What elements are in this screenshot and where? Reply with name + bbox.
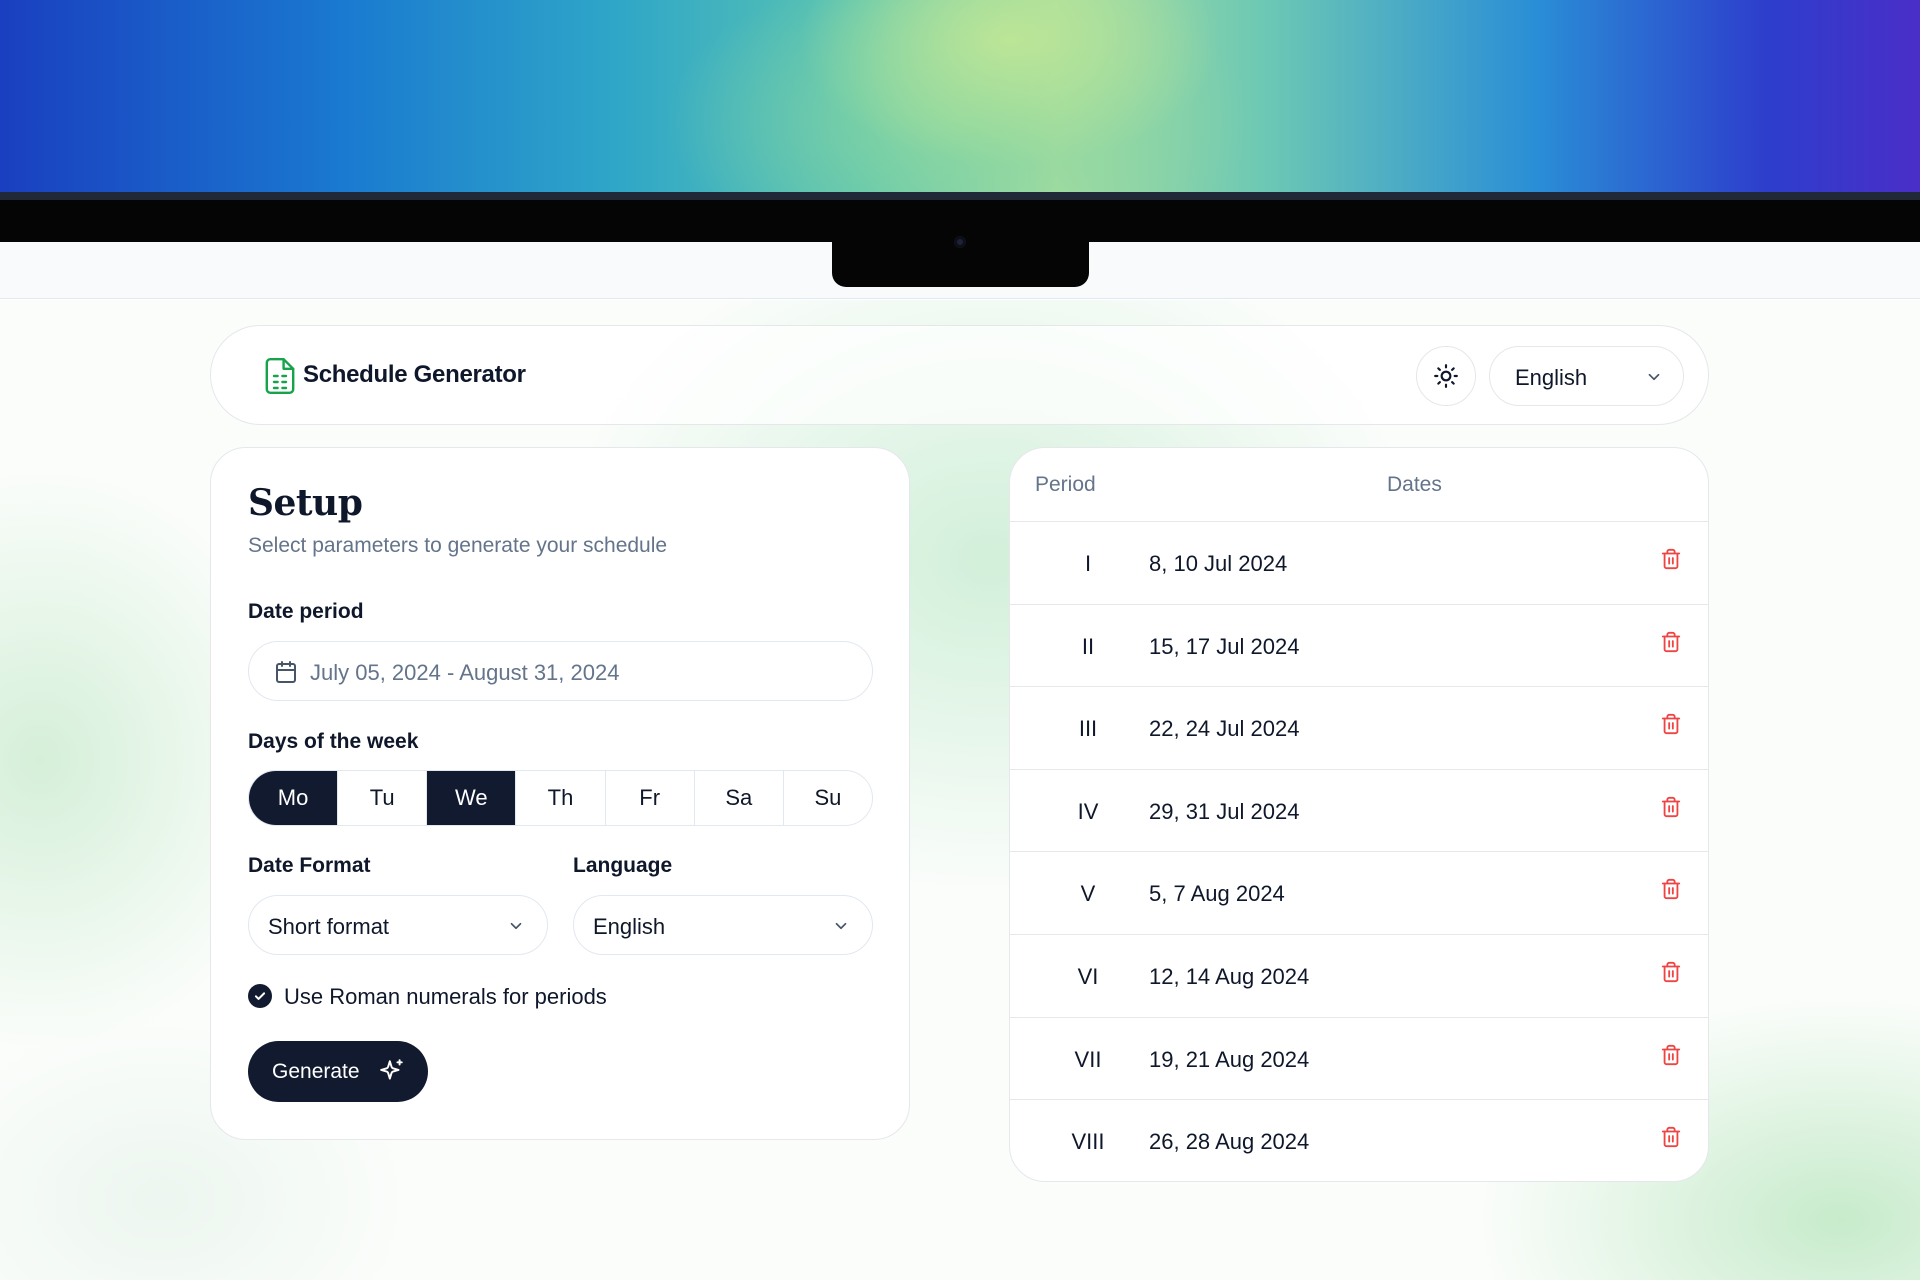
theme-toggle-button[interactable] (1416, 346, 1476, 406)
period-cell: IV (1077, 798, 1099, 824)
table-row: IV 29, 31 Jul 2024 (1010, 770, 1708, 853)
chevron-down-icon (835, 922, 847, 930)
day-label: Fr (639, 785, 661, 810)
trash-icon (1661, 879, 1681, 900)
delete-row-button[interactable] (1660, 795, 1682, 824)
dates-cell: 26, 28 Aug 2024 (1149, 1129, 1310, 1155)
days-of-week-toggle-group: Mo Tu We Th Fr Sa Su (248, 770, 873, 826)
table-row: VIII 26, 28 Aug 2024 (1010, 1100, 1708, 1181)
header-language-select[interactable]: English (1489, 346, 1684, 406)
chevron-down-icon (510, 922, 522, 930)
sparkles-icon (380, 1059, 403, 1080)
table-row: VI 12, 14 Aug 2024 (1010, 935, 1708, 1018)
date-period-value: July 05, 2024 - August 31, 2024 (310, 660, 620, 685)
day-toggle[interactable]: Su (782, 771, 872, 825)
generate-button[interactable]: Generate (248, 1041, 428, 1102)
date-format-label: Date Format (248, 854, 371, 877)
period-cell: III (1078, 716, 1098, 742)
language-label: Language (573, 854, 673, 877)
dates-cell: 5, 7 Aug 2024 (1149, 881, 1285, 907)
table-header: Period Dates (1010, 448, 1708, 522)
day-toggle[interactable]: Tu (337, 771, 426, 825)
day-label: Mo (277, 785, 309, 810)
table-row: V 5, 7 Aug 2024 (1010, 852, 1708, 935)
dates-cell: 29, 31 Jul 2024 (1149, 798, 1300, 824)
delete-row-button[interactable] (1660, 877, 1682, 906)
check-icon (254, 992, 266, 1000)
table-row: II 15, 17 Jul 2024 (1010, 605, 1708, 688)
trash-icon (1661, 631, 1681, 652)
roman-numerals-label[interactable]: Use Roman numerals for periods (284, 984, 607, 1010)
camera-icon (954, 236, 966, 248)
table-row: VII 19, 21 Aug 2024 (1010, 1018, 1708, 1101)
date-format-value: Short format (268, 914, 390, 939)
spreadsheet-icon (265, 358, 295, 394)
dates-cell: 12, 14 Aug 2024 (1149, 963, 1310, 989)
day-label: Su (814, 785, 842, 810)
period-cell: I (1084, 551, 1092, 576)
trash-icon (1661, 961, 1681, 983)
column-header-period: Period (1035, 473, 1096, 496)
delete-row-button[interactable] (1660, 547, 1682, 576)
table-body: I 8, 10 Jul 2024 II 15, 17 Jul 2024 III 22, 2… (1010, 522, 1708, 1181)
language-select[interactable]: English (573, 895, 873, 955)
day-toggle[interactable]: Fr (604, 771, 694, 825)
delete-row-button[interactable] (1660, 1043, 1682, 1072)
calendar-icon (276, 661, 296, 683)
sun-icon (1434, 364, 1458, 388)
generate-button-label: Generate (272, 1060, 360, 1083)
delete-row-button[interactable] (1660, 630, 1682, 659)
day-label: We (455, 785, 488, 810)
day-toggle[interactable]: We (426, 771, 516, 825)
column-header-dates: Dates (1387, 473, 1442, 496)
day-label: Tu (369, 785, 395, 810)
dates-cell: 19, 21 Aug 2024 (1149, 1046, 1310, 1072)
desktop-wallpaper (0, 0, 1920, 196)
header-language-value: English (1515, 365, 1588, 390)
language-value: English (593, 914, 666, 939)
day-toggle[interactable]: Mo (249, 771, 338, 825)
dates-cell: 8, 10 Jul 2024 (1149, 551, 1288, 576)
table-row: I 8, 10 Jul 2024 (1010, 522, 1708, 605)
setup-panel: Setup Select parameters to generate your… (210, 447, 910, 1140)
delete-row-button[interactable] (1660, 712, 1682, 741)
roman-numerals-checkbox[interactable] (248, 984, 272, 1008)
chevron-down-icon (1648, 373, 1660, 381)
delete-row-button[interactable] (1660, 960, 1682, 989)
trash-icon (1661, 548, 1681, 570)
schedule-table: Period Dates I 8, 10 Jul 2024 II 15, 17 Jul… (1009, 447, 1709, 1182)
app-header: Schedule Generator English (210, 325, 1709, 425)
dates-cell: 15, 17 Jul 2024 (1149, 633, 1300, 659)
delete-row-button[interactable] (1660, 1125, 1682, 1154)
app-title: Schedule Generator (303, 361, 526, 388)
dates-cell: 22, 24 Jul 2024 (1149, 716, 1300, 742)
period-cell: V (1080, 881, 1096, 907)
day-label: Sa (725, 785, 753, 810)
trash-icon (1661, 1044, 1681, 1065)
date-period-input[interactable]: July 05, 2024 - August 31, 2024 (248, 641, 873, 701)
table-row: III 22, 24 Jul 2024 (1010, 687, 1708, 770)
trash-icon (1661, 1127, 1681, 1148)
period-cell: II (1081, 633, 1095, 659)
days-of-week-label: Days of the week (248, 730, 419, 753)
setup-title: Setup (248, 482, 363, 524)
trash-icon (1661, 714, 1681, 735)
setup-subtitle: Select parameters to generate your sched… (248, 534, 668, 557)
trash-icon (1661, 796, 1681, 817)
period-cell: VI (1077, 963, 1099, 989)
day-toggle[interactable]: Th (515, 771, 604, 825)
period-cell: VII (1074, 1046, 1102, 1072)
day-label: Th (547, 785, 574, 810)
period-cell: VIII (1071, 1129, 1105, 1155)
date-period-label: Date period (248, 600, 364, 623)
day-toggle[interactable]: Sa (693, 771, 783, 825)
date-format-select[interactable]: Short format (248, 895, 548, 955)
